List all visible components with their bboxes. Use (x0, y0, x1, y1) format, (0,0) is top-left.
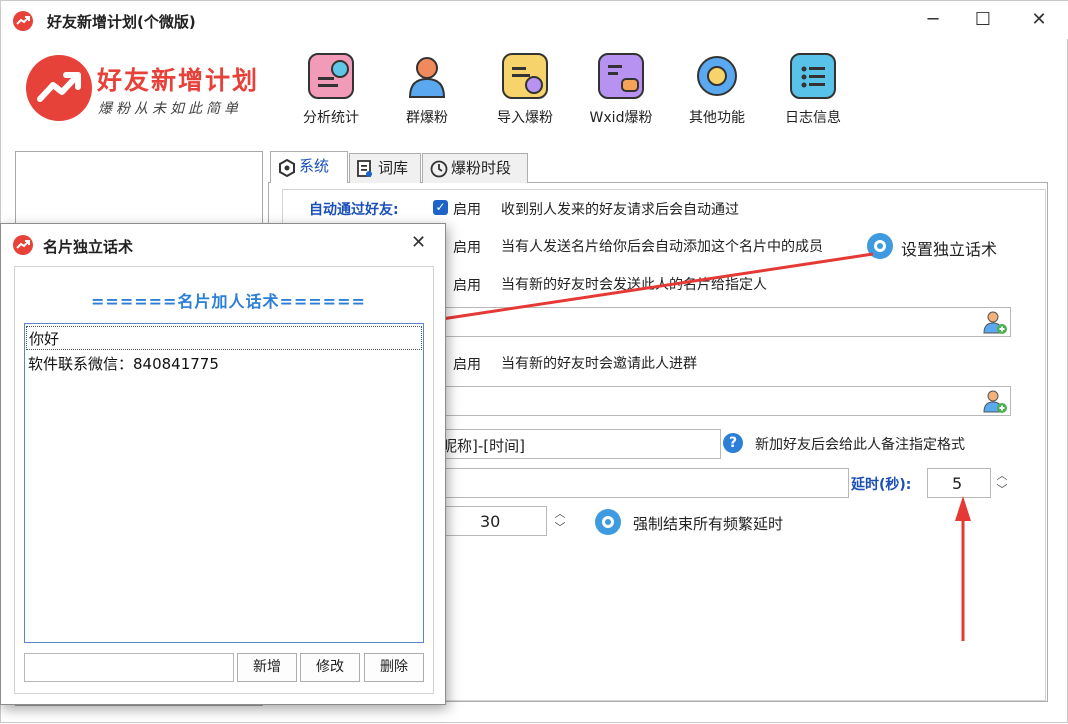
list-item[interactable]: 软件联系微信：840841775 (28, 352, 219, 376)
delete-button[interactable]: 删除 (364, 653, 424, 682)
dialog-close-button[interactable]: ✕ (411, 232, 426, 253)
list-item[interactable]: 你好 (26, 326, 422, 350)
new-script-input[interactable] (24, 653, 234, 682)
dialog-title: 名片独立话术 (43, 238, 134, 256)
dialog-logo-icon (13, 235, 33, 255)
add-button[interactable]: 新增 (237, 653, 297, 682)
script-list[interactable]: 你好 软件联系微信：840841775 (24, 323, 424, 643)
dialog-header: ======名片加人话术====== (91, 292, 366, 311)
edit-button[interactable]: 修改 (300, 653, 360, 682)
